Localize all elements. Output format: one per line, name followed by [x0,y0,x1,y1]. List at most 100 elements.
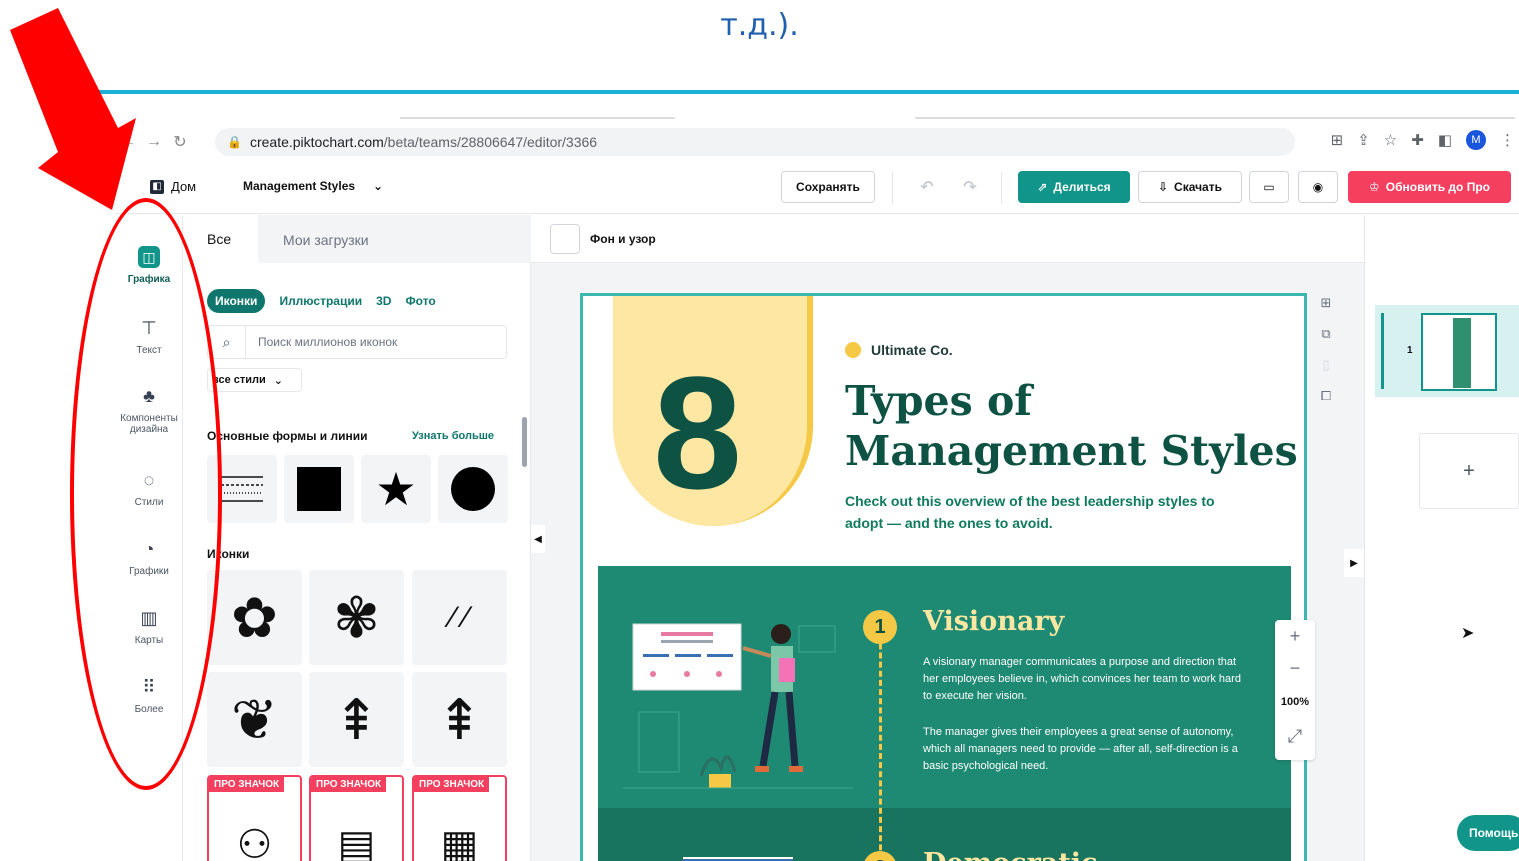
assets-panel: Все Мои загрузки Иконки Иллюстрации 3D Ф… [183,215,531,861]
asset-type-chips: Иконки Иллюстрации 3D Фото [207,289,436,313]
circle-shape-tile[interactable] [438,455,508,523]
url-field[interactable]: 🔒 create.piktochart.com/beta/teams/28806… [215,128,1295,156]
editor-topbar: ◧ Дом Management Styles ⌄ Сохранять ↶ ↷ … [115,162,1519,214]
zoom-in-icon[interactable]: + [1275,620,1315,652]
search-placeholder: Поиск миллионов иконок [258,335,398,349]
step-number-badge: 1 [863,610,897,644]
download-button[interactable]: ⇩ Скачать [1138,171,1242,203]
copy-icon[interactable]: ⧠ [1321,388,1331,404]
icon-tile[interactable]: ⇞ [309,672,404,767]
report-chart-icon: ▤ [337,823,376,861]
title-line: Management Styles [845,427,1298,475]
big-number: 8 [653,343,742,522]
pages-panel: 1 + ➤ Помощь [1364,215,1519,861]
flower-icon: ✿ [231,585,278,649]
extensions-puzzle-icon[interactable]: ✚ [1411,131,1424,149]
background-label[interactable]: Фон и узор [590,232,656,246]
save-button[interactable]: Сохранять [781,171,875,203]
save-label: Сохранять [796,180,860,194]
square-shape-tile[interactable] [284,455,354,523]
tab-my-uploads[interactable]: Мои загрузки [258,215,531,263]
tab-all[interactable]: Все [207,231,231,247]
url-path: /beta/teams/28806647/editor/3366 [383,134,598,150]
delete-icon[interactable]: ▯ [1322,357,1329,373]
icon-tile[interactable]: ⇞ [412,672,507,767]
chip-3d[interactable]: 3D [376,294,391,308]
infographic-title: Types of Management Styles [845,376,1298,476]
panel-scrollbar[interactable] [522,417,527,467]
icon-tile[interactable]: ⁄ ∕ [412,570,507,665]
presentation-illustration [623,623,853,789]
mouse-cursor-icon: ➤ [1461,625,1475,642]
help-button[interactable]: Помощь [1457,815,1519,851]
translate-icon[interactable]: ⊞ [1331,131,1344,149]
chip-photos[interactable]: Фото [405,294,435,308]
browser-address-bar: ← → ↻ 🔒 create.piktochart.com/beta/teams… [115,124,1519,160]
profile-avatar[interactable]: M [1466,130,1486,150]
pine-tree-icon: ⇞ [436,687,483,751]
download-icon: ⇩ [1157,180,1169,194]
crown-icon: ♔ [1369,180,1380,194]
upgrade-button[interactable]: ♔ Обновить до Про [1348,171,1511,203]
project-name-dropdown[interactable]: Management Styles ⌄ [243,179,383,193]
style-filter-select[interactable]: все стили ⌄ [207,368,302,392]
slide-heading: т.д.). [720,8,799,43]
company-name: Ultimate Co. [845,342,953,358]
infographic-page[interactable]: 8 Ultimate Co. Types of Management Style… [580,293,1307,861]
redo-icon[interactable]: ↷ [958,171,982,203]
search-icon: ⌕ [208,325,246,359]
toolbar-divider [1001,172,1002,204]
bookmark-star-icon[interactable]: ☆ [1384,131,1397,149]
chevron-down-icon: ⌄ [273,374,284,387]
pro-icon-tile[interactable]: ПРО ЗНАЧОК ⚇ [207,775,302,861]
icon-search-input[interactable]: ⌕ Поиск миллионов иконок [207,325,507,359]
zoom-out-icon[interactable]: − [1275,652,1315,684]
team-network-icon: ⚇ [236,823,273,861]
sidepanel-icon[interactable]: ◧ [1438,131,1452,149]
pro-icon-tile[interactable]: ПРО ЗНАЧОК ▦ [412,775,507,861]
leaf-sketch-icon: ⁄ ∕ [450,600,469,634]
star-shape-tile[interactable]: ★ [361,455,431,523]
shapes-heading: Основные формы и линии [207,429,368,443]
zoom-controls: + − 100% ⤢ [1275,620,1315,760]
red-arrow-icon [10,8,136,210]
style-description: A visionary manager communicates a purpo… [923,656,1241,702]
star-icon: ★ [375,463,417,515]
page-thumbnail[interactable] [1421,313,1497,391]
chip-icons[interactable]: Иконки [207,289,266,313]
page-thumbnail-row[interactable]: 1 [1375,305,1519,397]
add-page-button[interactable]: + [1419,433,1519,509]
page-side-tools: ⊞ ⧉ ▯ ⧠ [1316,295,1336,404]
preview-button[interactable]: ◉ [1298,171,1338,203]
style-description: The manager gives their employees a grea… [923,726,1238,772]
icon-tile[interactable]: ✾ [309,570,404,665]
canvas-toolbar: Фон и узор [531,215,1364,263]
title-line: Types of [845,377,1032,425]
slide-divider-line [88,90,1519,94]
fit-screen-icon[interactable]: ⤢ [1275,720,1315,752]
url-host: create.piktochart.com [249,134,384,150]
learn-more-link[interactable]: Узнать больше [412,430,494,442]
collapse-left-arrow-icon[interactable]: ◀ [531,525,545,553]
pro-badge: ПРО ЗНАЧОК [209,777,285,792]
square-icon [297,467,341,511]
add-page-icon[interactable]: ⊞ [1321,295,1332,311]
background-swatch[interactable] [550,224,580,254]
share-button[interactable]: ⇗ Делиться [1018,171,1130,203]
style-name: Democratic [923,848,1098,861]
undo-icon[interactable]: ↶ [915,171,939,203]
download-label: Скачать [1174,180,1222,194]
pro-icon-tile[interactable]: ПРО ЗНАЧОК ▤ [309,775,404,861]
icon-tile[interactable]: ✿ [207,570,302,665]
icon-tile[interactable]: ❦ [207,672,302,767]
duplicate-icon[interactable]: ⧉ [1321,326,1330,342]
editor-canvas: Фон и узор ◀ 8 Ultimate Co. Types of Man… [531,215,1364,861]
collapse-right-arrow-icon[interactable]: ▶ [1344,549,1364,577]
present-video-button[interactable]: ▭ [1249,171,1289,203]
browser-menu-icon[interactable]: ⋮ [1500,131,1515,149]
panel-tabs: Все Мои загрузки [183,215,531,263]
lines-icon [221,476,263,502]
chip-illustrations[interactable]: Иллюстрации [279,294,362,308]
share-page-icon[interactable]: ⇪ [1357,131,1370,149]
upgrade-label: Обновить до Про [1385,180,1490,194]
